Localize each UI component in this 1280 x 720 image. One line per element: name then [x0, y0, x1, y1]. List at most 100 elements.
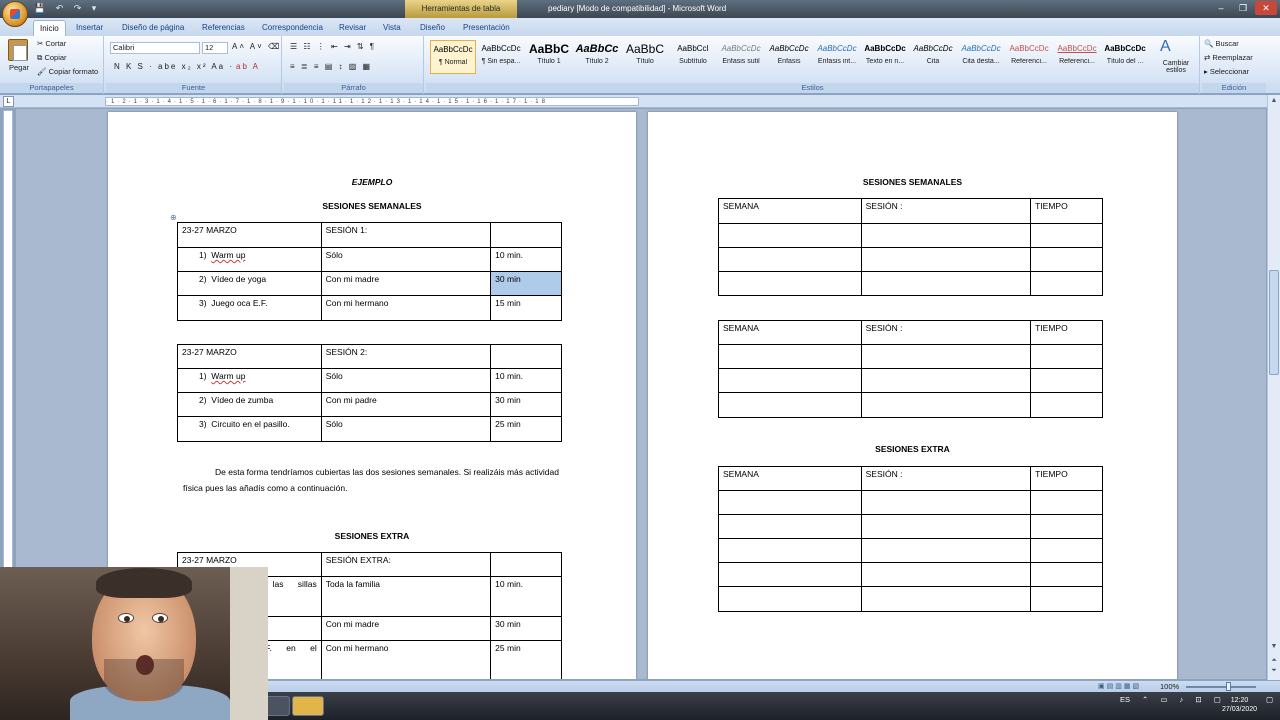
table-cell[interactable]: TIEMPO — [1030, 320, 1103, 345]
table-cell[interactable] — [860, 538, 1032, 563]
session-1-table[interactable]: 23-27 MARZO SESIÓN 1: 1) Warm up Sólo 10… — [177, 222, 562, 321]
find-button[interactable]: 🔍 Buscar — [1204, 39, 1239, 48]
table-cell[interactable] — [860, 368, 1032, 393]
table-cell[interactable]: 2) Vídeo de zumba — [177, 392, 322, 417]
table-cell[interactable]: 1) Warm up — [177, 368, 322, 393]
template-session-table-1[interactable]: SEMANA SESIÓN : TIEMPO — [718, 198, 1103, 296]
table-cell[interactable] — [1030, 271, 1103, 296]
tray-icons[interactable]: ⌃ ▭ ♪ ⊡ ▢ — [1142, 695, 1226, 704]
maximize-button[interactable]: ❐ — [1232, 1, 1254, 15]
font-name-combo[interactable]: Calibri — [110, 42, 200, 54]
table-cell[interactable]: SEMANA — [718, 466, 862, 491]
font-format-buttons[interactable]: N K S · abe x₂ x² Aa · — [114, 62, 234, 71]
format-painter-button[interactable]: 🖌 Copiar formato — [37, 67, 98, 76]
table-cell[interactable] — [860, 223, 1032, 248]
cut-button[interactable]: ✂ Cortar — [37, 39, 66, 48]
style-strong[interactable]: AaBbCcDc Texto en n... — [862, 40, 908, 74]
clock[interactable]: 12:20 27/03/2020 — [1222, 696, 1257, 714]
tab-diseno-pagina[interactable]: Diseño de página — [116, 20, 190, 36]
tab-vista[interactable]: Vista — [377, 20, 407, 36]
scroll-up-icon[interactable]: ▲ — [1270, 97, 1278, 105]
session-2-table[interactable]: 23-27 MARZO SESIÓN 2: 1) Warm up Sólo 10… — [177, 344, 562, 442]
table-cell[interactable] — [860, 344, 1032, 369]
table-cell[interactable]: TIEMPO — [1030, 466, 1103, 491]
template-extra-table[interactable]: SEMANA SESIÓN : TIEMPO — [718, 466, 1103, 612]
table-cell[interactable] — [718, 271, 862, 296]
style-title[interactable]: AaBbC Título — [622, 40, 668, 74]
table-cell[interactable] — [860, 586, 1032, 612]
table-cell[interactable]: Con mi hermano — [320, 640, 492, 679]
table-cell[interactable]: 25 min — [490, 416, 562, 442]
table-cell[interactable] — [490, 552, 562, 577]
style-intense-reference[interactable]: AaBbCcDc Referenci... — [1054, 40, 1100, 74]
tab-correspondencia[interactable]: Correspondencia — [256, 20, 329, 36]
table-cell[interactable] — [718, 538, 862, 563]
table-cell[interactable] — [718, 392, 862, 418]
style-intense-quote[interactable]: AaBbCcDc Cita desta... — [958, 40, 1004, 74]
tab-referencias[interactable]: Referencias — [196, 20, 251, 36]
style-book-title[interactable]: AaBbCcDc Título del ... — [1102, 40, 1148, 74]
copy-button[interactable]: ⧉ Copiar — [37, 53, 67, 63]
next-page-icon[interactable]: ⏷ — [1270, 667, 1278, 675]
paste-icon[interactable] — [8, 39, 28, 61]
table-cell[interactable]: 23-27 MARZO — [177, 222, 322, 248]
table-cell[interactable] — [718, 368, 862, 393]
style-subtitle[interactable]: AaBbCcI Subtítulo — [670, 40, 716, 74]
table-cell[interactable] — [718, 586, 862, 612]
change-styles-icon[interactable]: A — [1160, 38, 1171, 56]
grow-shrink-font-buttons[interactable]: A˄ A˅ ⌫ — [232, 42, 281, 51]
ruler-track[interactable]: ·1·2·1·3·1·4·1·5·1·6·1·7·1·8·1·9·1·10·1·… — [105, 97, 639, 106]
replace-button[interactable]: ⇄ Reemplazar — [1204, 53, 1253, 62]
table-cell[interactable] — [718, 562, 862, 587]
table-cell[interactable] — [1030, 562, 1103, 587]
zoom-slider-thumb[interactable] — [1226, 682, 1231, 691]
table-cell[interactable]: 25 min — [490, 640, 562, 679]
table-move-handle-icon[interactable]: ⊕ — [170, 213, 177, 222]
table-cell[interactable] — [718, 514, 862, 539]
table-cell[interactable]: SESIÓN : — [860, 466, 1032, 491]
font-color-button[interactable]: ab A — [236, 62, 260, 71]
table-cell[interactable]: 2) Vídeo de yoga — [177, 271, 322, 296]
table-cell[interactable]: 3) Juego oca E.F. — [177, 295, 322, 321]
close-button[interactable]: ✕ — [1255, 1, 1277, 15]
table-cell[interactable]: 10 min. — [490, 247, 562, 272]
table-cell[interactable] — [860, 562, 1032, 587]
table-cell[interactable] — [860, 271, 1032, 296]
table-cell[interactable]: 30 min — [490, 392, 562, 417]
table-cell[interactable]: SEMANA — [718, 198, 862, 224]
table-cell[interactable]: 10 min. — [490, 576, 562, 617]
quick-access-toolbar[interactable]: 💾 ↶ ↷ ▾ — [34, 3, 100, 14]
tab-diseno[interactable]: Diseño — [414, 20, 451, 36]
paste-button[interactable]: Pegar — [9, 63, 29, 72]
tab-revisar[interactable]: Revisar — [333, 20, 372, 36]
table-cell[interactable] — [1030, 538, 1103, 563]
zoom-level[interactable]: 100% — [1160, 682, 1179, 691]
table-cell[interactable] — [1030, 247, 1103, 272]
body-paragraph[interactable]: De esta forma tendríamos cubiertas las d… — [183, 464, 563, 496]
select-button[interactable]: ▸ Seleccionar — [1204, 67, 1249, 76]
table-cell[interactable] — [1030, 368, 1103, 393]
style-subtle-reference[interactable]: AaBbCcDc Referenci... — [1006, 40, 1052, 74]
style-quote[interactable]: AaBbCcDc Cita — [910, 40, 956, 74]
table-cell[interactable] — [1030, 223, 1103, 248]
tab-presentacion[interactable]: Presentación — [457, 20, 516, 36]
notifications-icon[interactable]: ▢ — [1266, 695, 1273, 704]
table-cell[interactable]: SESIÓN : — [860, 320, 1032, 345]
table-cell[interactable]: Con mi hermano — [320, 295, 492, 321]
selected-table-cell[interactable]: 30 min — [490, 271, 562, 296]
table-cell[interactable]: Sólo — [320, 247, 492, 272]
tab-inicio[interactable]: Inicio — [33, 20, 66, 36]
list-buttons[interactable]: ☰ ☷ ⋮ ⇤ ⇥ ⇅ ¶ — [290, 42, 376, 51]
table-cell[interactable]: SESIÓN 2: — [320, 344, 492, 369]
tab-selector[interactable]: L — [3, 96, 14, 107]
zoom-slider[interactable] — [1186, 686, 1256, 688]
table-cell[interactable]: 23-27 MARZO — [177, 344, 322, 369]
table-cell[interactable] — [860, 247, 1032, 272]
table-cell[interactable]: 3) Circuito en el pasillo. — [177, 416, 322, 442]
table-cell[interactable]: Con mi padre — [320, 392, 492, 417]
table-cell[interactable]: SESIÓN EXTRA: — [320, 552, 492, 577]
table-cell[interactable]: Con mi madre — [320, 616, 492, 641]
table-cell[interactable]: Toda la familia — [320, 576, 492, 617]
page-2[interactable]: SESIONES SEMANALES SEMANA SESIÓN : TIEMP… — [648, 112, 1177, 679]
table-cell[interactable] — [1030, 586, 1103, 612]
